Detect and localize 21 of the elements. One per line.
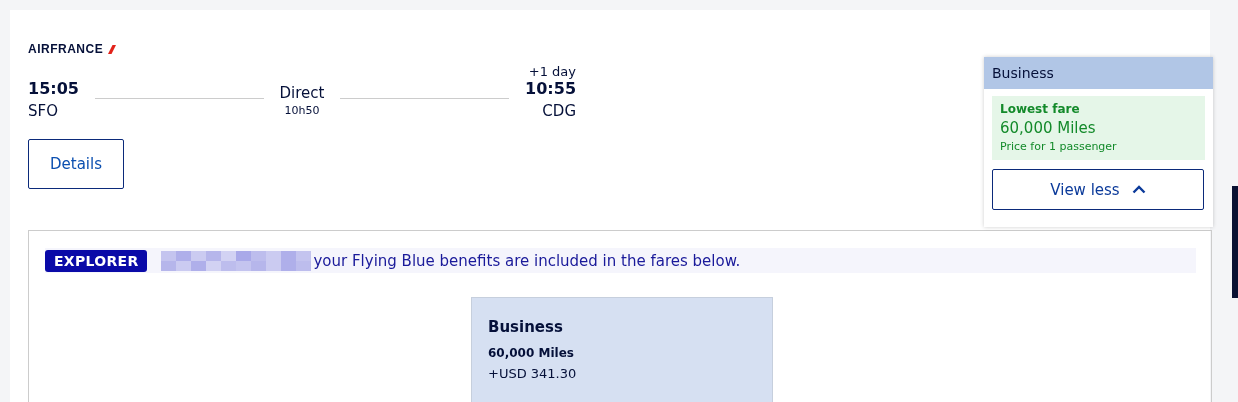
chevron-icon (1131, 185, 1146, 194)
duration-label: 10h50 (284, 103, 320, 119)
lowest-fare-label: Lowest fare (1000, 101, 1081, 117)
details-button[interactable]: Details (28, 139, 124, 189)
benefits-message: your Flying Blue benefits are included in the fares below. (313, 251, 741, 270)
fare-card[interactable]: Business 60,000 Miles +USD 341.30 (471, 297, 773, 402)
cabin-title: Business (488, 318, 564, 336)
miles-price: 60,000 Miles (1000, 118, 1097, 139)
airline-logo-text: AIRFRANCE (28, 43, 104, 55)
departure-airport: SFO (28, 101, 59, 122)
day-offset: +1 day (528, 64, 576, 79)
cabin-title: Business (992, 65, 1054, 81)
view-less-button[interactable]: View less (992, 169, 1204, 210)
departure-time: 15:05 (28, 79, 79, 99)
stops-label: Direct (279, 83, 325, 103)
arrival-airport: CDG (542, 101, 576, 122)
arrival-time: 10:55 (525, 79, 576, 99)
tax-price: +USD 341.30 (488, 366, 578, 381)
miles-price: 60,000 Miles (488, 346, 575, 360)
price-note: Price for 1 passenger (1000, 139, 1118, 155)
tier-badge: EXPLORER (45, 249, 148, 272)
